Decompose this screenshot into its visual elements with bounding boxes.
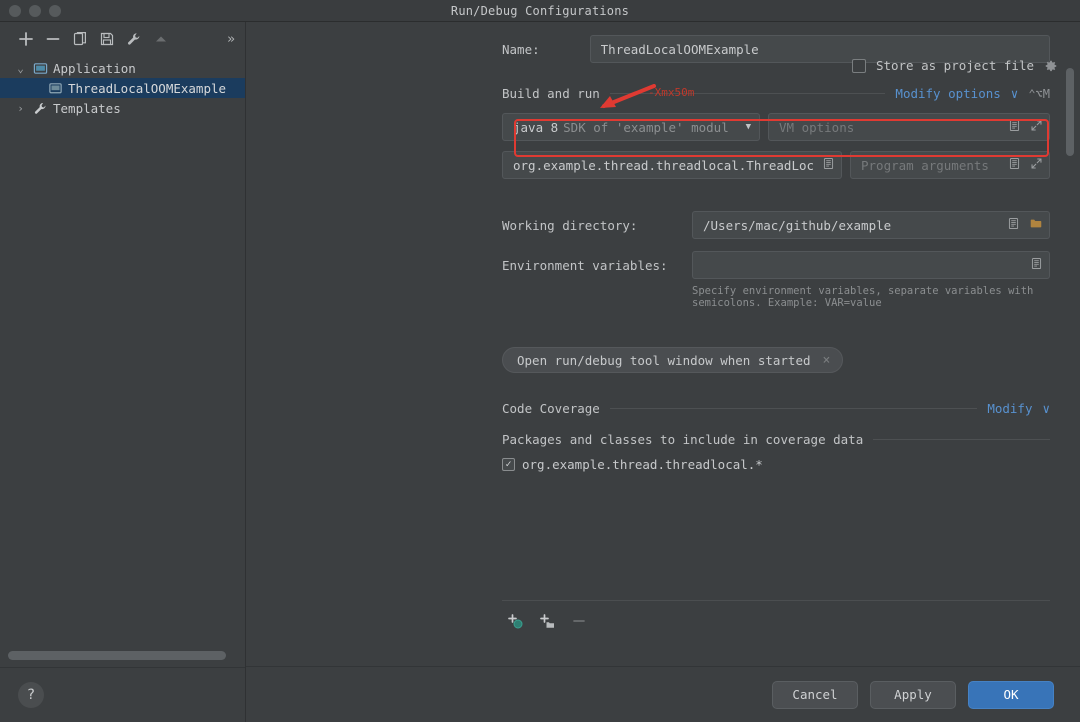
scrollbar-thumb[interactable] [8,651,226,660]
add-package-button[interactable] [534,608,560,634]
working-directory-input[interactable]: /Users/mac/github/example [692,211,1050,239]
code-coverage-section-header: Code Coverage Modify ∨ [502,401,1050,416]
open-run-debug-tool-window-chip[interactable]: Open run/debug tool window when started … [502,347,844,373]
more-toolbar-button[interactable]: » [227,32,239,47]
store-as-project-file-label: Store as project file [875,58,1034,73]
annotation-text: -Xmx50m [648,86,695,99]
mainclass-programargs-row: org.example.thread.threadlocal.ThreadLoc… [502,151,1050,179]
add-configuration-button[interactable] [14,27,38,51]
add-pattern-button[interactable] [502,608,528,634]
tree-node-label: Templates [53,100,121,116]
vm-options-placeholder: VM options [779,119,855,135]
chevron-down-icon[interactable]: ∨ [1042,401,1050,416]
run-debug-configurations-dialog: Run/Debug Configurations » ⌄ Application… [0,0,1080,722]
apply-button[interactable]: Apply [870,680,956,709]
working-directory-history-icon[interactable] [1007,217,1020,233]
working-directory-label: Working directory: [502,217,638,233]
editor-scroll-area: Name: ThreadLocalOOMExample Store as pro… [246,22,1080,666]
tree-node-templates[interactable]: › Templates [0,98,245,118]
configuration-editor-panel: Name: ThreadLocalOOMExample Store as pro… [246,22,1080,722]
vm-options-input[interactable]: VM options [768,113,1050,141]
ok-button[interactable]: OK [968,680,1054,709]
list-item[interactable]: ✓ org.example.thread.threadlocal.* [502,457,1050,472]
name-input-value: ThreadLocalOOMExample [600,41,759,57]
coverage-patterns-list[interactable]: ✓ org.example.thread.threadlocal.* [502,457,1050,545]
main-class-value: org.example.thread.threadlocal.ThreadLoc… [513,157,814,173]
main-class-browse-icon[interactable] [822,157,835,173]
coverage-toolbar [502,600,1050,636]
build-and-run-section-header: Build and run Modify options ∨ ⌃⌥M [502,86,1050,101]
section-rule [609,408,978,409]
save-configuration-button[interactable] [95,27,119,51]
environment-variables-hint: Specify environment variables, separate … [692,285,1034,309]
program-arguments-input[interactable]: Program arguments [850,151,1050,179]
tree-node-threadlocaloomexample[interactable]: ThreadLocalOOMExample [0,78,245,98]
coverage-pattern-label: org.example.thread.threadlocal.* [522,457,763,472]
program-arguments-expand-icon[interactable] [1030,157,1043,173]
modify-options-button[interactable]: Modify options [895,86,1000,101]
sdk-description: SDK of 'example' modul [563,119,729,135]
coverage-pattern-checkbox[interactable]: ✓ [502,458,515,471]
vm-options-expand-icon[interactable] [1030,119,1043,135]
remove-pattern-button[interactable] [566,608,592,634]
working-directory-value: /Users/mac/github/example [703,217,892,233]
packages-header-row: Packages and classes to include in cover… [502,432,1050,447]
tree-node-label: ThreadLocalOOMExample [68,80,227,96]
program-arguments-history-icon[interactable] [1008,157,1021,173]
section-rule [873,439,1050,440]
chip-label: Open run/debug tool window when started [517,352,811,368]
wrench-icon [32,100,48,116]
chevron-down-icon[interactable]: ∨ [1011,86,1019,101]
tree-node-label: Application [53,60,136,76]
environment-variables-input[interactable] [692,251,1050,279]
close-icon[interactable]: × [823,353,831,368]
name-label: Name: [502,41,540,57]
tree-node-application[interactable]: ⌄ Application [0,58,245,78]
store-as-project-file-checkbox[interactable] [851,58,866,73]
store-as-project-file-row[interactable]: Store as project file [851,58,1058,73]
code-coverage-modify-button[interactable]: Modify [987,401,1032,416]
environment-variables-row: Environment variables: [502,251,1050,279]
title-bar: Run/Debug Configurations [0,0,1080,22]
program-arguments-placeholder: Program arguments [861,157,989,173]
sdk-vmoptions-row: java 8 SDK of 'example' modul ▼ VM optio… [502,113,1050,141]
cancel-button[interactable]: Cancel [772,680,858,709]
gear-icon[interactable] [1044,59,1058,73]
vm-options-history-icon[interactable] [1008,119,1021,135]
sdk-dropdown[interactable]: java 8 SDK of 'example' modul ▼ [502,113,760,141]
application-folder-icon [32,60,48,76]
move-up-button[interactable] [149,27,173,51]
sidebar-divider [0,667,245,668]
working-directory-row: Working directory: /Users/mac/github/exa… [502,211,1050,239]
modify-options-shortcut: ⌃⌥M [1028,86,1050,101]
sdk-name: java 8 [513,119,559,135]
window-title: Run/Debug Configurations [450,3,630,18]
remove-configuration-button[interactable] [41,27,65,51]
dialog-buttons-bar: Cancel Apply OK [246,666,1080,722]
packages-header-label: Packages and classes to include in cover… [502,432,864,447]
code-coverage-label: Code Coverage [502,401,600,416]
copy-configuration-button[interactable] [68,27,92,51]
build-and-run-label: Build and run [502,86,600,101]
editor-vertical-scrollbar[interactable] [1066,68,1074,156]
configurations-tree: ⌄ Application ThreadLocalOOMExample › Te… [0,56,245,118]
chevron-down-icon[interactable]: ▼ [746,122,751,132]
chevron-down-icon[interactable]: ⌄ [14,62,27,75]
run-configuration-icon [47,80,63,96]
folder-icon[interactable] [1029,217,1043,233]
help-button[interactable]: ? [18,682,44,708]
environment-variables-browse-icon[interactable] [1030,257,1043,273]
main-class-input[interactable]: org.example.thread.threadlocal.ThreadLoc… [502,151,842,179]
dialog-body: » ⌄ Application ThreadLocalOOMExample › … [0,22,1080,722]
environment-variables-label: Environment variables: [502,257,668,273]
sidebar-horizontal-scrollbar[interactable] [8,651,235,660]
sidebar-toolbar: » [0,22,245,56]
chevron-right-icon[interactable]: › [14,102,27,115]
edit-templates-wrench-icon[interactable] [122,27,146,51]
configurations-sidebar: » ⌄ Application ThreadLocalOOMExample › … [0,22,246,722]
